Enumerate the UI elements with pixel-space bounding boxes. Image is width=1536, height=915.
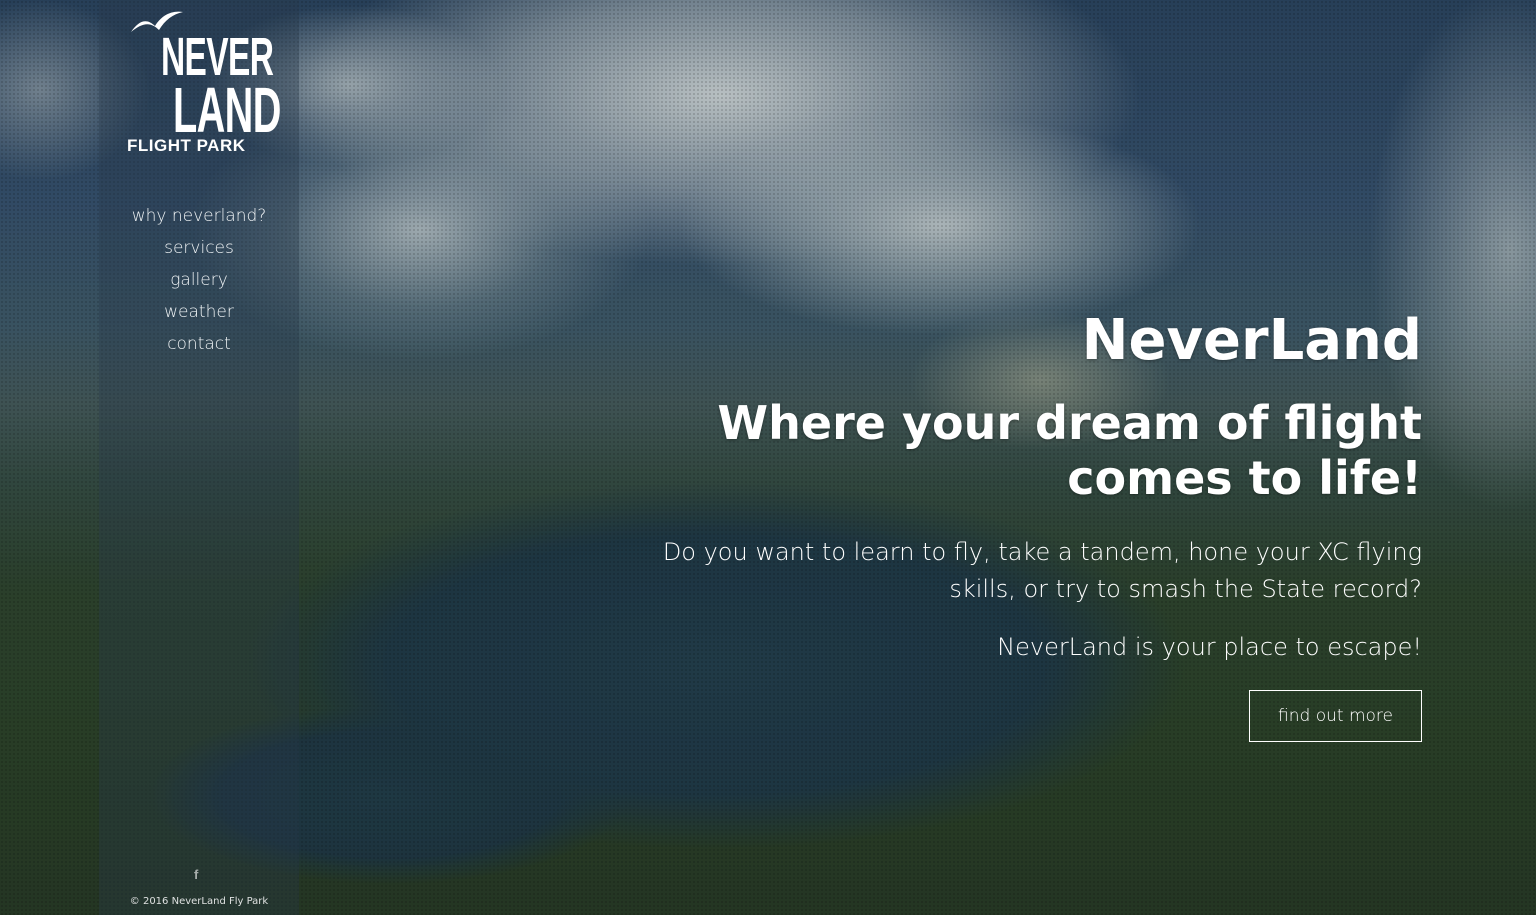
sidebar: NEVER LAND FLIGHT PARK why neverland? se… (99, 0, 299, 915)
find-out-more-button[interactable]: find out more (1249, 690, 1422, 742)
hero-title: NeverLand (1081, 308, 1422, 373)
hero-description-line1: Do you want to learn to fly, take a tand… (662, 538, 1422, 566)
hero-tagline-line1: Where your dream of flight (717, 396, 1422, 450)
logo-text-land: LAND (173, 74, 281, 146)
hero-tagline: Where your dream of flight comes to life… (622, 396, 1422, 506)
nav-item-gallery[interactable]: gallery (99, 264, 299, 296)
copyright-text: © 2016 NeverLand Fly Park (129, 896, 269, 907)
hero-description-line2: skills, or try to smash the State record… (949, 575, 1422, 603)
facebook-icon[interactable]: f (194, 867, 198, 882)
nav-item-services[interactable]: services (99, 232, 299, 264)
nav-item-contact[interactable]: contact (99, 328, 299, 360)
hero-escape-text: NeverLand is your place to escape! (997, 633, 1422, 661)
main-nav: why neverland? services gallery weather … (99, 200, 299, 360)
nav-item-weather[interactable]: weather (99, 296, 299, 328)
logo-text-flight-park: FLIGHT PARK (127, 136, 246, 155)
logo[interactable]: NEVER LAND FLIGHT PARK (125, 8, 281, 158)
hero-content: NeverLand Where your dream of flight com… (622, 308, 1422, 742)
nav-item-why-neverland[interactable]: why neverland? (99, 200, 299, 232)
hero-description: Do you want to learn to fly, take a tand… (622, 534, 1422, 608)
hero-tagline-line2: comes to life! (1067, 451, 1422, 505)
